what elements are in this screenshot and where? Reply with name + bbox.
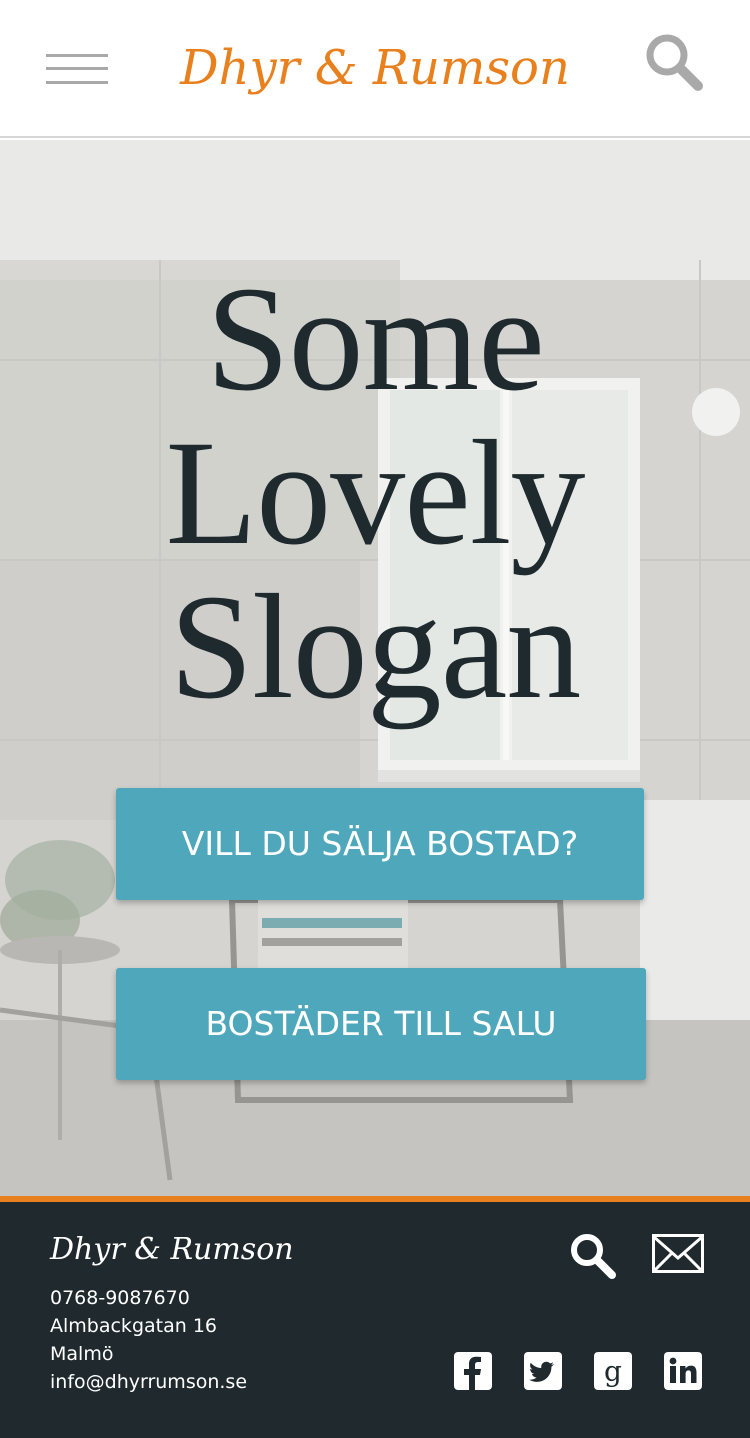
google-plus-icon[interactable]: g — [594, 1352, 632, 1390]
sell-home-button[interactable]: VILL DU SÄLJA BOSTAD? — [116, 788, 644, 900]
footer-brand[interactable]: Dhyr & Rumson — [50, 1232, 294, 1267]
twitter-icon[interactable] — [524, 1352, 562, 1390]
contact-info: 0768-9087670 Almbackgatan 16 Malmö info@… — [50, 1284, 247, 1396]
homes-for-sale-button[interactable]: BOSTÄDER TILL SALU — [116, 968, 646, 1080]
mail-icon[interactable] — [652, 1234, 704, 1274]
phone-number[interactable]: 0768-9087670 — [50, 1284, 247, 1312]
svg-text:g: g — [604, 1355, 622, 1388]
search-icon[interactable] — [640, 30, 710, 100]
brand-logo[interactable]: Dhyr & Rumson — [0, 38, 750, 98]
city: Malmö — [50, 1343, 114, 1365]
linkedin-icon[interactable] — [664, 1352, 702, 1390]
street-address: Almbackgatan 16 — [50, 1315, 217, 1337]
slogan-line: Slogan — [169, 564, 582, 730]
slogan-line: Lovely — [165, 410, 586, 576]
site-header: Dhyr & Rumson — [0, 0, 750, 138]
email-address[interactable]: info@dhyrrumson.se — [50, 1368, 247, 1396]
search-icon[interactable] — [566, 1230, 620, 1284]
slogan-line: Some — [206, 256, 545, 422]
hero-banner: Some Lovely Slogan VILL DU SÄLJA BOSTAD?… — [0, 140, 750, 1196]
site-footer: Dhyr & Rumson 0768-9087670 Almbackgatan … — [0, 1202, 750, 1438]
hero-slogan: Some Lovely Slogan — [0, 262, 750, 724]
facebook-icon[interactable] — [454, 1352, 492, 1390]
